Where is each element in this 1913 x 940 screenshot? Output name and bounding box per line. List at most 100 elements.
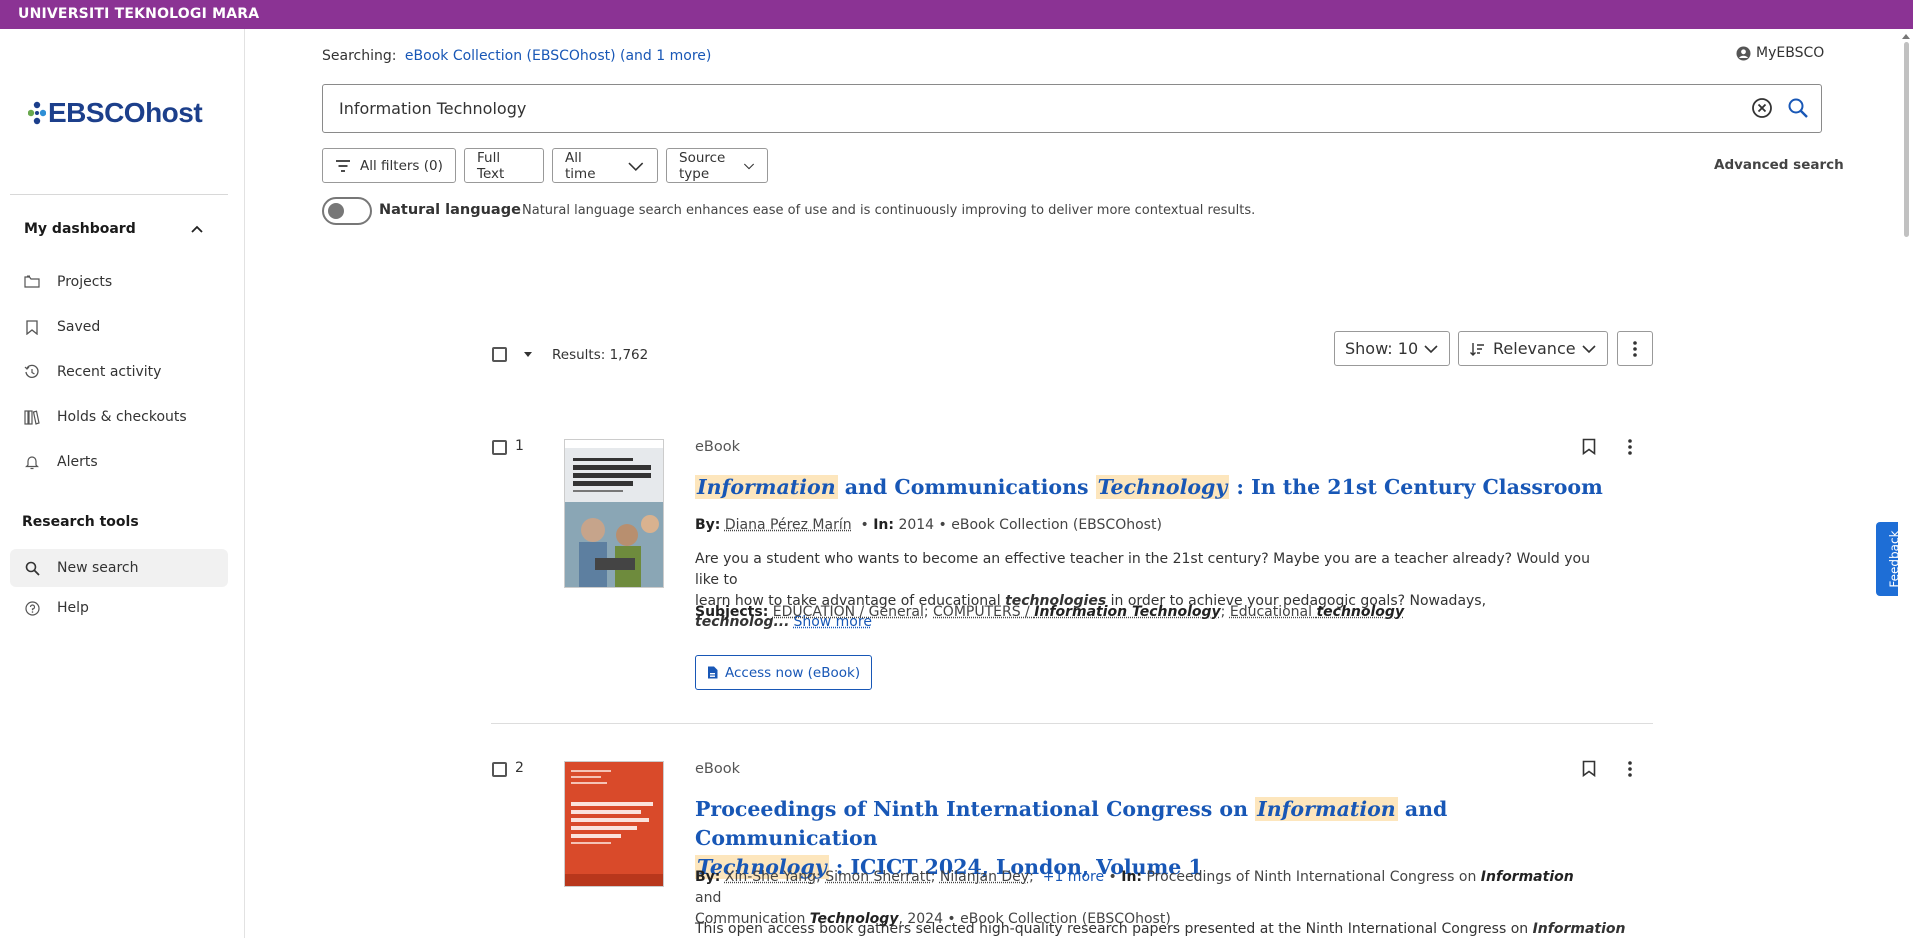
sidebar-item-new-search[interactable]: New search: [10, 549, 228, 587]
full-text-label: Full Text: [477, 150, 531, 182]
book-cover-image[interactable]: [564, 761, 664, 887]
all-filters-label: All filters (0): [360, 158, 443, 174]
bookmark-icon: [24, 319, 40, 335]
results-count: Results: 1,762: [552, 347, 648, 363]
result-subjects: Subjects: EDUCATION / General; COMPUTERS…: [695, 602, 1404, 623]
source-type-dropdown[interactable]: Source type: [666, 148, 768, 183]
access-now-button[interactable]: Access now (eBook): [695, 655, 872, 690]
cover-art: [565, 762, 663, 886]
in-label: In:: [1121, 869, 1142, 885]
dashboard-label: My dashboard: [24, 221, 136, 237]
search-query: Information Technology: [339, 99, 526, 118]
full-text-button[interactable]: Full Text: [464, 148, 544, 183]
natural-language-toggle[interactable]: [322, 197, 372, 225]
dashboard-toggle[interactable]: My dashboard: [24, 221, 204, 237]
result-title-link[interactable]: Information and Communications Technolog…: [695, 473, 1603, 502]
research-tools-heading: Research tools: [22, 514, 139, 530]
chevron-down-icon: [1423, 344, 1439, 354]
bookmark-icon[interactable]: [1582, 438, 1596, 455]
database-selector-link[interactable]: eBook Collection (EBSCOhost) (and 1 more…: [405, 48, 711, 64]
author-link[interactable]: Diana Pérez Marín: [725, 517, 852, 533]
sidebar-item-label: Projects: [57, 274, 112, 290]
scroll-up-arrow-icon[interactable]: [1901, 32, 1911, 40]
history-icon: [24, 364, 40, 380]
title-text: : In the 21st Century Classroom: [1229, 475, 1603, 499]
sort-icon: [1469, 341, 1485, 357]
sidebar-divider: [10, 194, 228, 195]
sidebar-item-label: Help: [57, 600, 89, 616]
toggle-knob: [328, 203, 344, 219]
in-label: In:: [873, 517, 894, 533]
advanced-search-link[interactable]: Advanced search: [1714, 157, 1844, 173]
ebscohost-logo[interactable]: EBSCOhost: [28, 95, 202, 131]
natural-language-label: Natural language: [379, 202, 521, 218]
source-database: eBook Collection (EBSCOhost): [951, 517, 1162, 533]
institution-bar: UNIVERSITI TEKNOLOGI MARA: [0, 0, 1913, 29]
sidebar-item-help[interactable]: Help: [10, 589, 228, 627]
all-time-dropdown[interactable]: All time: [552, 148, 658, 183]
natural-language-description: Natural language search enhances ease of…: [522, 203, 1255, 218]
result-divider: [491, 723, 1653, 724]
institution-name: UNIVERSITI TEKNOLOGI MARA: [18, 6, 259, 22]
title-highlight: Information: [695, 475, 838, 499]
chevron-down-icon: [1581, 344, 1597, 354]
result-checkbox[interactable]: [492, 762, 507, 777]
chevron-down-icon: [627, 160, 645, 172]
search-submit-icon[interactable]: [1787, 97, 1809, 119]
sidebar: EBSCOhost My dashboard Projects Saved Re…: [0, 29, 245, 938]
results-more-options-button[interactable]: [1617, 331, 1653, 366]
more-authors-link[interactable]: +1 more: [1043, 869, 1104, 885]
sort-dropdown[interactable]: Relevance: [1458, 331, 1608, 366]
title-text: and Communications: [838, 475, 1096, 499]
myebsco-button[interactable]: MyEBSCO: [1736, 45, 1824, 61]
result-metadata: By: Diana Pérez Marín • In: 2014 • eBook…: [695, 515, 1162, 536]
sidebar-item-projects[interactable]: Projects: [10, 263, 228, 301]
result-abstract: This open access book gathers selected h…: [695, 919, 1695, 940]
sidebar-item-recent-activity[interactable]: Recent activity: [10, 353, 228, 391]
all-filters-button[interactable]: All filters (0): [322, 148, 456, 183]
book-cover-image[interactable]: [564, 439, 664, 588]
author-link[interactable]: Nilanjan Dey: [940, 869, 1029, 885]
more-vertical-icon[interactable]: [1628, 761, 1632, 777]
user-circle-icon: [1736, 46, 1751, 61]
title-highlight: Technology: [1096, 475, 1230, 499]
pdf-file-icon: [707, 666, 718, 679]
sort-label: Relevance: [1493, 339, 1576, 358]
select-all-checkbox[interactable]: [492, 347, 507, 362]
result-type: eBook: [695, 439, 740, 455]
by-label: By:: [695, 517, 720, 533]
subject-link[interactable]: EDUCATION / General: [773, 604, 924, 620]
myebsco-label: MyEBSCO: [1756, 45, 1824, 61]
sidebar-item-label: Holds & checkouts: [57, 409, 187, 425]
author-link[interactable]: Xin-She Yang: [725, 869, 816, 885]
sidebar-item-holds-checkouts[interactable]: Holds & checkouts: [10, 398, 228, 436]
search-input[interactable]: Information Technology: [322, 84, 1822, 133]
more-vertical-icon[interactable]: [1628, 439, 1632, 455]
access-now-label: Access now (eBook): [725, 665, 860, 681]
sidebar-item-saved[interactable]: Saved: [10, 308, 228, 346]
show-count-dropdown[interactable]: Show: 10: [1334, 331, 1450, 366]
sidebar-item-label: Recent activity: [57, 364, 161, 380]
result-checkbox[interactable]: [492, 440, 507, 455]
show-count-label: Show: 10: [1345, 339, 1418, 358]
caret-down-icon[interactable]: [523, 351, 533, 359]
sidebar-item-label: Saved: [57, 319, 100, 335]
all-time-label: All time: [565, 150, 615, 182]
sidebar-item-alerts[interactable]: Alerts: [10, 443, 228, 481]
subject-link[interactable]: Educational technology: [1230, 604, 1404, 620]
cover-art: [565, 440, 663, 587]
result-type: eBook: [695, 761, 740, 777]
result-number: 1: [515, 438, 524, 454]
author-link[interactable]: Simon Sherratt: [825, 869, 931, 885]
subjects-label: Subjects:: [695, 604, 768, 620]
clear-search-icon[interactable]: [1751, 97, 1773, 119]
scrollbar-thumb[interactable]: [1904, 42, 1909, 237]
sidebar-item-label: Alerts: [57, 454, 98, 470]
bookmark-icon[interactable]: [1582, 760, 1596, 777]
sidebar-item-label: New search: [57, 560, 139, 576]
search-icon: [24, 560, 40, 576]
searching-info: Searching: eBook Collection (EBSCOhost) …: [322, 48, 711, 64]
publication-year: 2014: [898, 517, 934, 533]
subject-link[interactable]: COMPUTERS / Information Technology: [933, 604, 1221, 620]
filter-icon: [335, 159, 351, 173]
